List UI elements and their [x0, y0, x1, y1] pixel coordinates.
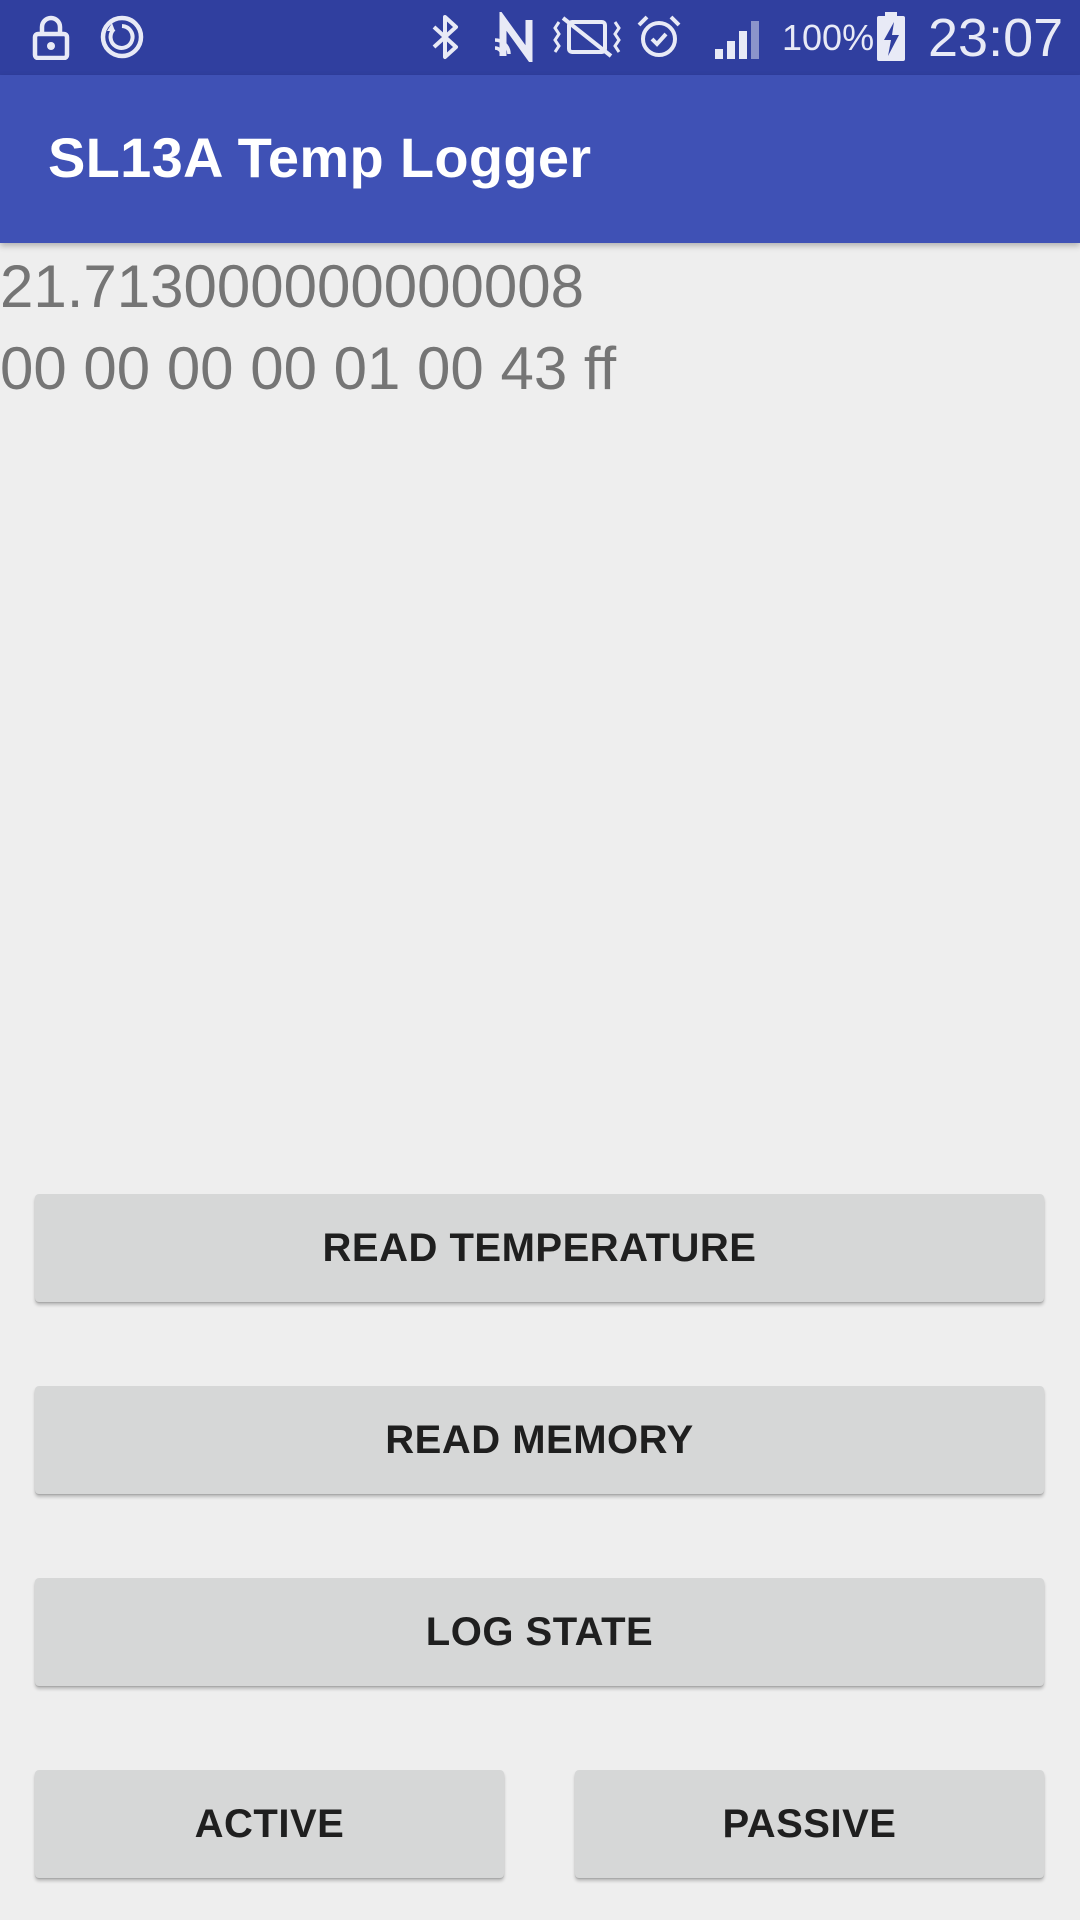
temperature-readout: 21.713000000000008: [0, 253, 584, 320]
lock-icon: [26, 12, 76, 62]
signal-icon: [712, 12, 768, 62]
active-button[interactable]: ACTIVE: [35, 1770, 504, 1878]
log-state-button[interactable]: LOG STATE: [35, 1578, 1044, 1686]
battery-percent: 100%: [782, 16, 875, 58]
passive-button[interactable]: PASSIVE: [575, 1770, 1044, 1878]
alarm-icon: [634, 12, 684, 62]
read-temperature-button[interactable]: READ TEMPERATURE: [35, 1194, 1044, 1302]
sync-icon: [96, 12, 148, 62]
read-memory-button[interactable]: READ MEMORY: [35, 1386, 1044, 1494]
vibrate-icon: [552, 12, 622, 62]
battery-charging-icon: [874, 12, 908, 62]
app-title: SL13A Temp Logger: [48, 126, 592, 189]
memory-readout: 00 00 00 00 01 00 43 ff: [0, 335, 617, 402]
app-bar: SL13A Temp Logger: [0, 75, 1080, 243]
bluetooth-icon: [420, 12, 470, 62]
nfc-icon: [490, 12, 542, 62]
clock: 23:07: [928, 7, 1064, 68]
status-bar: 100% 23:07: [0, 0, 1080, 75]
